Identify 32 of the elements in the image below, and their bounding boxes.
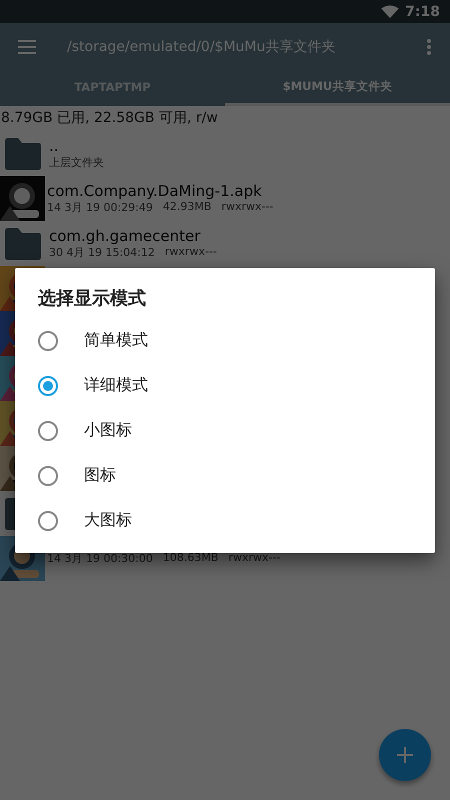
file-detail: 上层文件夹 <box>49 155 104 170</box>
file-detail: 14 3月 19 00:30:00 <box>47 551 153 566</box>
wifi-icon <box>381 4 400 18</box>
radio-button[interactable] <box>38 466 58 486</box>
file-detail: 108.63MB <box>162 551 218 566</box>
storage-info: 8.79GB 已用, 22.58GB 可用, r/w <box>0 109 219 128</box>
option[interactable]: 大图标 <box>15 498 435 543</box>
option[interactable]: 小图标 <box>15 408 435 453</box>
file-name: com.gh.gamecenter <box>49 227 202 245</box>
option[interactable]: 简单模式 <box>15 318 435 363</box>
radio-button[interactable] <box>38 376 58 396</box>
file-detail: rwxrwx--- <box>164 245 217 260</box>
more-options-icon[interactable] <box>426 36 432 56</box>
option[interactable]: 详细模式 <box>15 363 435 408</box>
folder-icon <box>3 226 43 260</box>
file-detail: rwxrwx--- <box>228 551 280 566</box>
status-time: 7:18 <box>405 4 440 20</box>
folder-icon <box>3 136 43 170</box>
file-detail: 30 4月 19 15:04:12 <box>49 245 155 260</box>
radio-button[interactable] <box>38 420 58 440</box>
dialog-title: 选择显示模式 <box>37 287 147 310</box>
file-name: .. <box>49 137 60 155</box>
radio-button[interactable] <box>38 330 58 350</box>
path-title: /storage/emulated/0/$MuMu共享文件夹 <box>67 38 336 56</box>
file-detail: 42.93MB <box>162 200 212 215</box>
file-detail: rwxrwx--- <box>221 200 274 215</box>
option[interactable]: 图标 <box>15 453 435 498</box>
plus-icon <box>397 747 413 763</box>
file-name: com.Company.DaMing-1.apk <box>47 182 263 200</box>
radio-button[interactable] <box>38 510 58 530</box>
file-detail: 14 3月 19 00:29:49 <box>47 200 153 215</box>
add-button[interactable] <box>379 729 431 781</box>
